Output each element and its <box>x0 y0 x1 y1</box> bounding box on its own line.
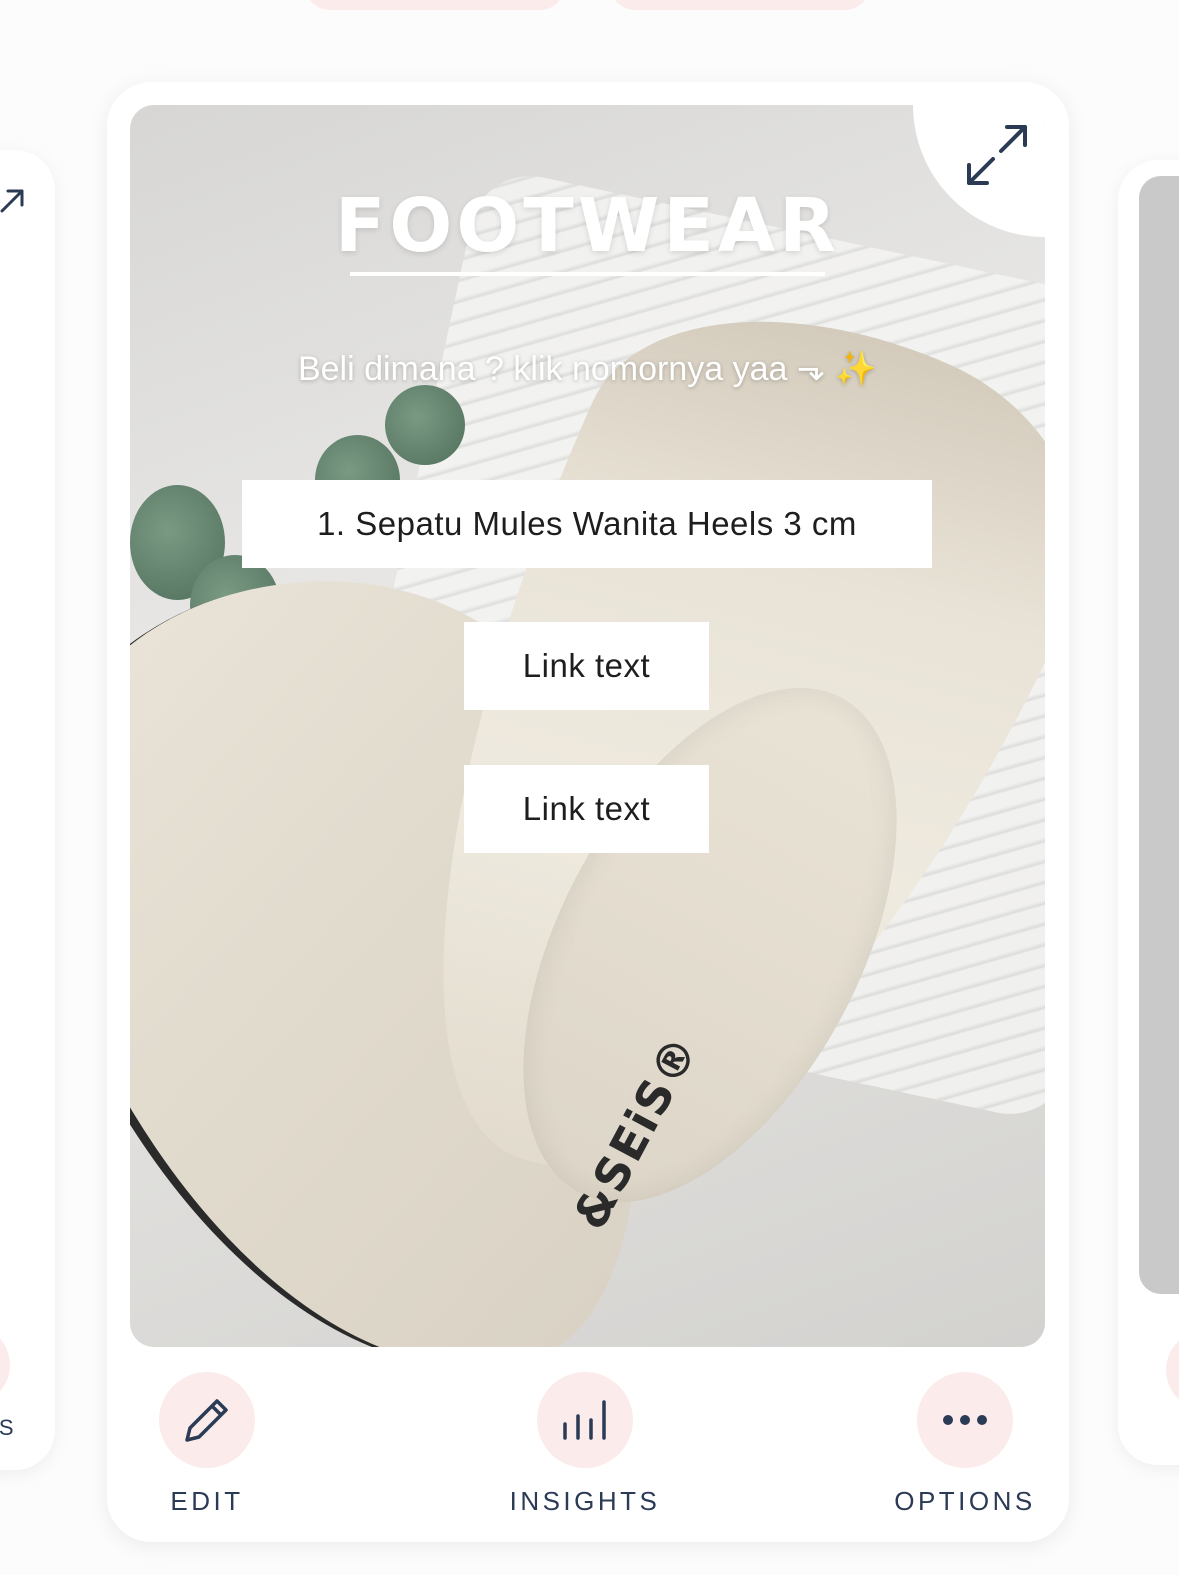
card-headline: FOOTWEAR <box>334 183 841 269</box>
bar-chart-icon <box>563 1400 606 1440</box>
pencil-icon <box>185 1399 228 1442</box>
side-card-left[interactable]: NS <box>0 150 55 1470</box>
side-right-preview <box>1139 176 1179 1294</box>
arrow-up-right-icon[interactable] <box>0 185 28 215</box>
options-button[interactable] <box>917 1372 1013 1468</box>
options-label: OPTIONS <box>894 1486 1036 1516</box>
edit-label: EDIT <box>170 1486 244 1516</box>
side-right-action-circle[interactable] <box>1166 1330 1179 1410</box>
insights-action[interactable]: INSIGHTS <box>485 1372 685 1517</box>
side-card-right[interactable] <box>1118 160 1179 1465</box>
top-pill-left[interactable] <box>305 0 565 10</box>
options-action[interactable]: OPTIONS <box>865 1372 1065 1517</box>
side-left-action-label: NS <box>0 1415 17 1440</box>
more-horizontal-icon <box>943 1415 987 1425</box>
edit-action[interactable]: EDIT <box>107 1372 307 1517</box>
side-left-action-circle[interactable] <box>0 1325 10 1405</box>
card-preview: &SEiS® FOOTWEAR Beli dimana ? klik nomor… <box>130 105 1045 1347</box>
page: NS &SEiS® FOOTWEAR Beli dimana ? klik no… <box>0 0 1179 1575</box>
headline-underline <box>350 272 825 276</box>
insights-button[interactable] <box>537 1372 633 1468</box>
top-pill-right[interactable] <box>610 0 870 10</box>
eucalyptus-leaf <box>385 385 465 465</box>
insights-label: INSIGHTS <box>509 1486 661 1516</box>
card-subtitle: Beli dimana ? klik nomornya yaa ⬎ ✨ <box>297 350 878 388</box>
link-button-2[interactable]: Link text <box>464 622 709 710</box>
link-card: &SEiS® FOOTWEAR Beli dimana ? klik nomor… <box>107 82 1069 1542</box>
link-button-1[interactable]: 1. Sepatu Mules Wanita Heels 3 cm <box>242 480 932 568</box>
link-button-3[interactable]: Link text <box>464 765 709 853</box>
edit-button[interactable] <box>159 1372 255 1468</box>
expand-icon <box>967 125 1027 185</box>
